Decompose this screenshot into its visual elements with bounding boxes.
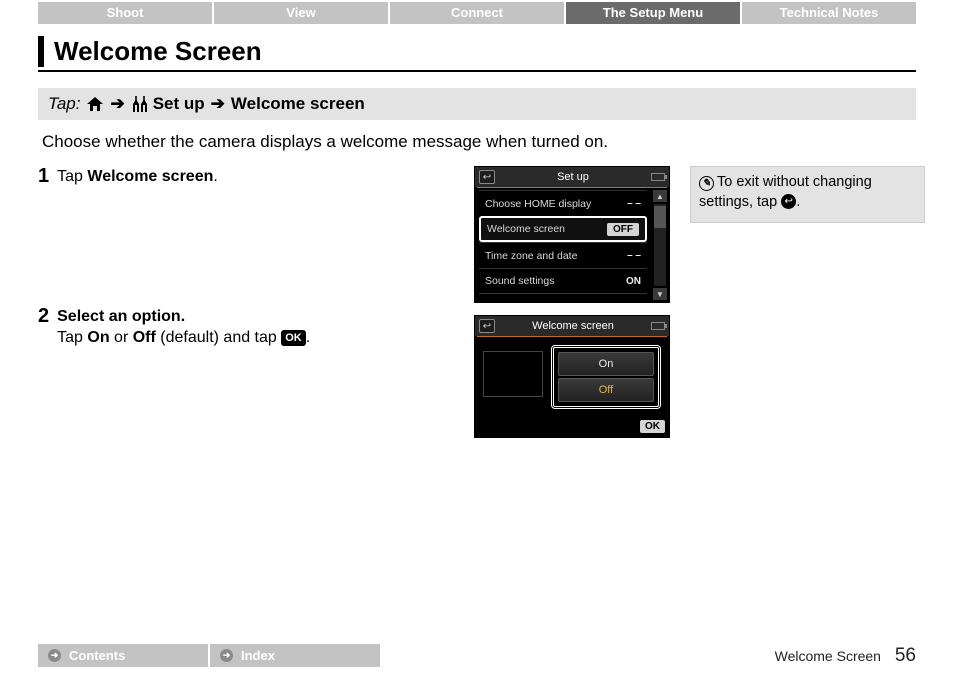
option-group: On Off: [551, 345, 661, 409]
return-icon: ↩: [781, 194, 796, 209]
menu-row[interactable]: Choose HOME display – –: [479, 190, 647, 216]
top-tabs: Shoot View Connect The Setup Menu Techni…: [38, 2, 916, 24]
option-off[interactable]: Off: [558, 378, 654, 402]
step-number: 1: [38, 166, 49, 188]
arrow-icon: ➔: [110, 94, 124, 114]
tip-box: ✎To exit without changing settings, tap …: [690, 166, 925, 223]
battery-icon: [651, 322, 665, 330]
scroll-up-icon[interactable]: ▲: [653, 190, 667, 202]
page-title: Welcome Screen: [54, 36, 916, 67]
footer-link-label: Index: [241, 648, 275, 663]
step1-bold: Welcome screen: [87, 168, 213, 185]
footer-link-index[interactable]: ➜ Index: [210, 644, 380, 667]
menu-row-value: – –: [627, 198, 641, 209]
step1-suf: .: [213, 168, 217, 185]
tab-setup-menu[interactable]: The Setup Menu: [566, 2, 740, 24]
footer-link-label: Contents: [69, 648, 125, 663]
menu-row-value: ON: [626, 276, 641, 287]
battery-icon: [651, 173, 665, 181]
step2-after: (default) and tap: [156, 329, 281, 346]
menu-row-label: Sound settings: [485, 275, 554, 287]
page-heading-wrap: Welcome Screen: [38, 30, 916, 72]
back-icon[interactable]: ↩: [479, 319, 495, 333]
step-2: 2 Select an option. Tap On or Off (defau…: [38, 306, 458, 349]
arrow-circle-icon: ➜: [48, 649, 61, 662]
camera-screen-setup: ↩ Set up ▲ ▼ Choose HOME display – –: [474, 166, 670, 303]
footer-link-contents[interactable]: ➜ Contents: [38, 644, 208, 667]
page-footer: ➜ Contents ➜ Index Welcome Screen 56: [38, 644, 916, 667]
note-icon: ✎: [699, 176, 714, 191]
step2-off: Off: [133, 329, 156, 346]
footer-section: Welcome Screen: [775, 648, 881, 664]
breadcrumb-dest: Welcome screen: [231, 94, 365, 114]
wrench-icon: [131, 96, 147, 112]
scroll-down-icon[interactable]: ▼: [653, 288, 667, 300]
screen1-title: Set up: [557, 171, 589, 183]
step-number: 2: [38, 306, 49, 349]
menu-row-label: Time zone and date: [485, 250, 577, 262]
page-description: Choose whether the camera displays a wel…: [42, 132, 912, 152]
menu-row-value: OFF: [607, 223, 639, 236]
menu-row-value: – –: [627, 250, 641, 261]
page-number: 56: [895, 645, 916, 666]
step-1: 1 Tap Welcome screen.: [38, 166, 458, 188]
menu-row[interactable]: Time zone and date – –: [479, 242, 647, 268]
arrow-circle-icon: ➜: [220, 649, 233, 662]
ok-button[interactable]: OK: [640, 420, 665, 433]
step2-pre: Tap: [57, 329, 87, 346]
step2-mid: or: [110, 329, 133, 346]
menu-row-label: Choose HOME display: [485, 198, 591, 210]
menu-row[interactable]: Sound settings ON: [479, 268, 647, 294]
tab-connect[interactable]: Connect: [390, 2, 564, 24]
tab-view[interactable]: View: [214, 2, 388, 24]
back-icon[interactable]: ↩: [479, 170, 495, 184]
step1-pre: Tap: [57, 168, 87, 185]
tab-technical-notes[interactable]: Technical Notes: [742, 2, 916, 24]
arrow-icon: ➔: [211, 94, 225, 114]
camera-screen-welcome: ↩ Welcome screen On Off OK: [474, 315, 670, 438]
breadcrumb-setup: Set up: [153, 94, 205, 114]
scrollbar-thumb[interactable]: [654, 206, 666, 228]
step2-on: On: [87, 329, 109, 346]
menu-row-selected[interactable]: Welcome screen OFF: [479, 216, 647, 242]
ok-icon: OK: [281, 330, 306, 347]
welcome-preview: [483, 351, 543, 397]
tap-label: Tap:: [48, 94, 80, 114]
step2-title: Select an option.: [57, 308, 185, 325]
breadcrumb-strip: Tap: ➔ Set up ➔ Welcome screen: [38, 88, 916, 120]
menu-row-label: Welcome screen: [487, 223, 565, 235]
option-on[interactable]: On: [558, 352, 654, 376]
tip-text-b: .: [796, 194, 800, 210]
screen2-title: Welcome screen: [532, 320, 614, 332]
step2-end: .: [306, 329, 310, 346]
tab-shoot[interactable]: Shoot: [38, 2, 212, 24]
home-icon: [86, 96, 104, 112]
